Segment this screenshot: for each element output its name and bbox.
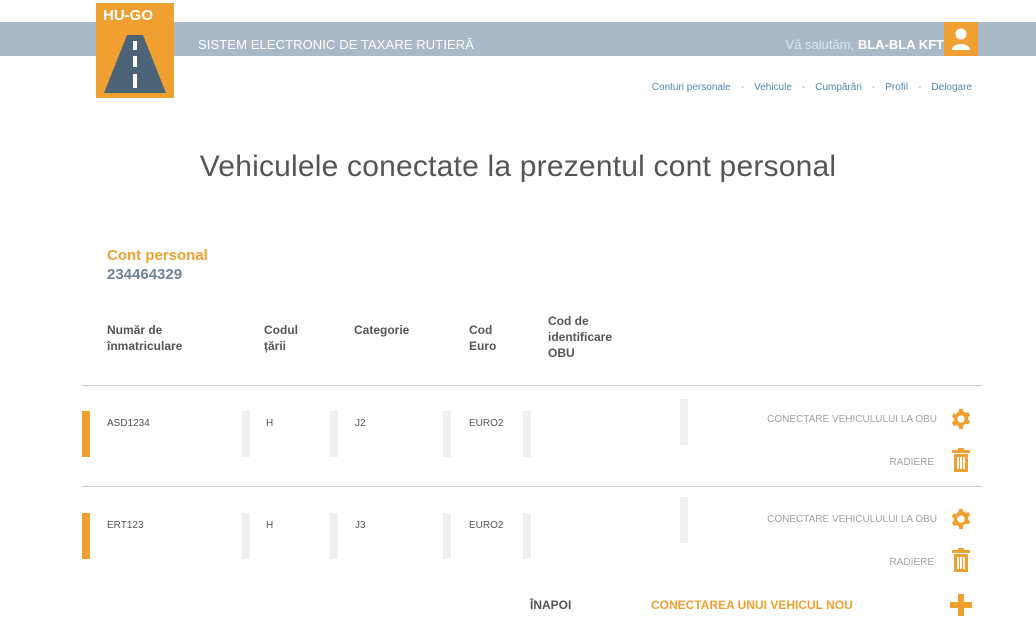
row-marker bbox=[82, 411, 90, 457]
header-obu-line: identificare bbox=[548, 330, 613, 344]
cell-euro: EURO2 bbox=[469, 418, 504, 429]
nav-cumparari[interactable]: Cumpărări bbox=[815, 82, 862, 93]
connect-obu-link[interactable]: CONECTARE VEHICULULUI LA OBU bbox=[700, 414, 937, 425]
cell-separator bbox=[330, 411, 338, 457]
header-plate-line: Număr de bbox=[107, 323, 163, 337]
main-nav: Conturi personale - Vehicule - Cumpărări… bbox=[652, 82, 972, 93]
cell-separator bbox=[523, 411, 531, 457]
hugo-logo[interactable]: HU-GO bbox=[96, 3, 174, 98]
cell-separator bbox=[242, 513, 250, 559]
cell-separator bbox=[330, 513, 338, 559]
cell-country: H bbox=[266, 418, 274, 429]
cell-category: J2 bbox=[355, 418, 366, 429]
header-obu-line: Cod de bbox=[548, 314, 589, 328]
add-vehicle-button[interactable]: CONECTAREA UNUI VEHICUL NOU bbox=[651, 598, 853, 612]
nav-conturi-personale[interactable]: Conturi personale bbox=[652, 82, 731, 93]
cell-euro: EURO2 bbox=[469, 520, 504, 531]
header-obu: Cod de identificare OBU bbox=[548, 313, 612, 361]
header-category: Categorie bbox=[354, 323, 410, 337]
nav-separator: - bbox=[918, 82, 922, 93]
header-obu-line: OBU bbox=[548, 346, 575, 360]
gear-icon[interactable] bbox=[950, 508, 972, 530]
table-divider bbox=[82, 385, 982, 386]
cell-separator bbox=[242, 411, 250, 457]
header-euro: Cod Euro bbox=[469, 322, 496, 354]
connect-obu-link[interactable]: CONECTARE VEHICULULUI LA OBU bbox=[700, 514, 937, 525]
header-euro-line: Cod bbox=[469, 323, 493, 337]
user-name[interactable]: BLA-BLA KFT bbox=[858, 37, 944, 52]
header-plate: Număr de înmatriculare bbox=[107, 322, 182, 354]
header-country-line: țării bbox=[264, 339, 287, 353]
nav-separator: - bbox=[871, 82, 876, 93]
nav-profil[interactable]: Profil bbox=[885, 82, 908, 93]
cell-plate: ASD1234 bbox=[107, 418, 150, 429]
page-title: Vehiculele conectate la prezentul cont p… bbox=[199, 150, 837, 183]
delete-link[interactable]: RADIERE bbox=[800, 557, 934, 568]
header-plate-line: înmatriculare bbox=[107, 339, 183, 353]
cell-plate: ERT123 bbox=[107, 520, 144, 531]
cell-country: H bbox=[266, 520, 274, 531]
back-button[interactable]: ÎNAPOI bbox=[530, 598, 571, 612]
header-country-line: Codul bbox=[264, 323, 298, 337]
greeting: Vă salutăm, BLA-BLA KFT bbox=[786, 37, 944, 52]
nav-vehicule[interactable]: Vehicule bbox=[754, 82, 792, 93]
nav-separator: - bbox=[801, 82, 806, 93]
plus-icon[interactable] bbox=[950, 594, 972, 616]
cell-category: J3 bbox=[355, 520, 366, 531]
account-number: 234464329 bbox=[107, 266, 183, 283]
user-icon bbox=[952, 28, 970, 50]
system-title: SISTEM ELECTRONIC DE TAXARE RUTIERĂ bbox=[198, 37, 475, 52]
trash-icon[interactable] bbox=[951, 448, 971, 472]
account-label: Cont personal bbox=[107, 247, 208, 264]
row-marker bbox=[82, 513, 90, 559]
cell-separator bbox=[680, 497, 688, 543]
logo-text: HU-GO bbox=[103, 7, 153, 24]
table-divider bbox=[82, 486, 982, 487]
greeting-text: Vă salutăm, bbox=[785, 37, 855, 52]
nav-delogare[interactable]: Delogare bbox=[931, 82, 972, 93]
road-icon bbox=[104, 35, 166, 93]
avatar[interactable] bbox=[944, 22, 978, 56]
trash-icon[interactable] bbox=[951, 548, 971, 572]
header-country: Codul țării bbox=[264, 322, 298, 354]
delete-link[interactable]: RADIERE bbox=[800, 457, 934, 468]
cell-separator bbox=[443, 411, 451, 457]
cell-separator bbox=[443, 513, 451, 559]
nav-separator: - bbox=[740, 82, 745, 93]
header-euro-line: Euro bbox=[469, 339, 497, 353]
gear-icon[interactable] bbox=[950, 408, 972, 430]
cell-separator bbox=[523, 513, 531, 559]
cell-separator bbox=[680, 399, 688, 445]
